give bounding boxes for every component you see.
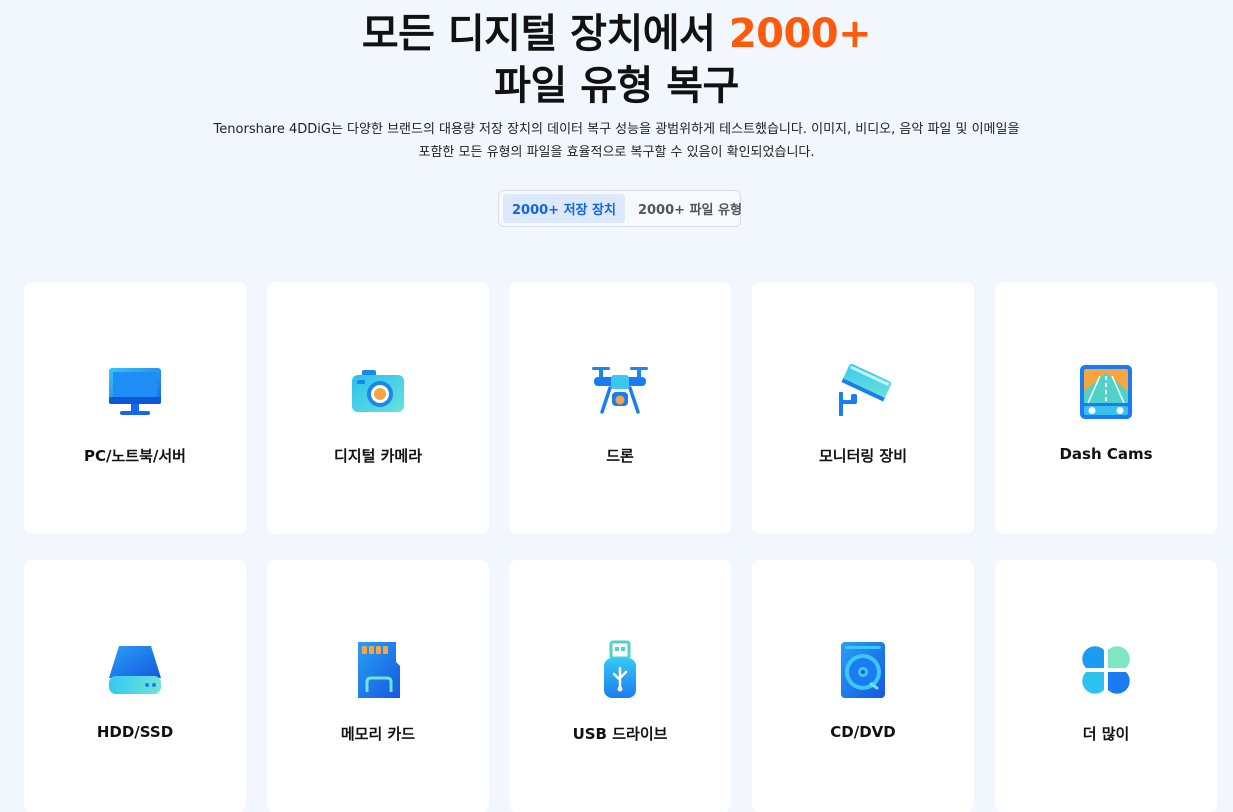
device-card-more[interactable]: 더 많이 — [995, 560, 1217, 812]
device-label: 더 많이 — [1082, 725, 1130, 743]
dash-cam-icon — [1076, 362, 1136, 422]
title-line-1: 모든 디지털 장치에서 2000+ — [0, 8, 1233, 60]
subtitle-line-1: Tenorshare 4DDiG는 다양한 브랜드의 대용량 저장 장치의 데이… — [213, 122, 1020, 137]
device-card-usb[interactable]: USB 드라이브 — [509, 560, 731, 812]
device-label: 메모리 카드 — [340, 725, 416, 743]
tab-file-types[interactable]: 2000+ 파일 유형 — [629, 194, 751, 223]
disc-icon — [833, 640, 893, 700]
device-label: 드론 — [606, 447, 634, 465]
monitor-icon — [105, 362, 165, 422]
title-line-2: 파일 유형 복구 — [494, 63, 739, 109]
device-label: 디지털 카메라 — [333, 447, 423, 465]
device-label: 모니터링 장비 — [818, 447, 908, 465]
usb-drive-icon — [590, 640, 650, 700]
device-label: PC/노트북/서버 — [84, 447, 186, 465]
device-label: CD/DVD — [830, 723, 896, 741]
device-label: USB 드라이브 — [572, 725, 668, 743]
surveillance-camera-icon — [833, 362, 893, 422]
device-card-hdd[interactable]: HDD/SSD — [24, 560, 246, 812]
device-card-memory[interactable]: 메모리 카드 — [267, 560, 489, 812]
device-label: HDD/SSD — [96, 723, 174, 741]
page-title: 모든 디지털 장치에서 2000+ 파일 유형 복구 — [0, 8, 1233, 112]
memory-card-icon — [348, 640, 408, 700]
device-card-camera[interactable]: 디지털 카메라 — [267, 282, 489, 534]
device-card-disc[interactable]: CD/DVD — [752, 560, 974, 812]
device-label: Dash Cams — [1059, 445, 1153, 463]
category-tabs: 2000+ 저장 장치 2000+ 파일 유형 — [498, 190, 742, 227]
subtitle-line-2: 포함한 모든 유형의 파일을 효율적으로 복구할 수 있음이 확인되었습니다. — [418, 145, 815, 160]
device-card-surveillance[interactable]: 모니터링 장비 — [752, 282, 974, 534]
more-icon — [1076, 640, 1136, 700]
drone-icon — [590, 362, 650, 422]
page-subtitle: Tenorshare 4DDiG는 다양한 브랜드의 대용량 저장 장치의 데이… — [190, 118, 1043, 164]
tab-storage-devices[interactable]: 2000+ 저장 장치 — [503, 194, 625, 223]
hard-drive-icon — [105, 640, 165, 700]
title-accent: 2000+ — [728, 11, 872, 57]
camera-icon — [348, 362, 408, 422]
device-card-pc[interactable]: PC/노트북/서버 — [24, 282, 246, 534]
title-part1: 모든 디지털 장치에서 — [361, 11, 729, 57]
device-card-dashcam[interactable]: Dash Cams — [995, 282, 1217, 534]
device-card-drone[interactable]: 드론 — [509, 282, 731, 534]
